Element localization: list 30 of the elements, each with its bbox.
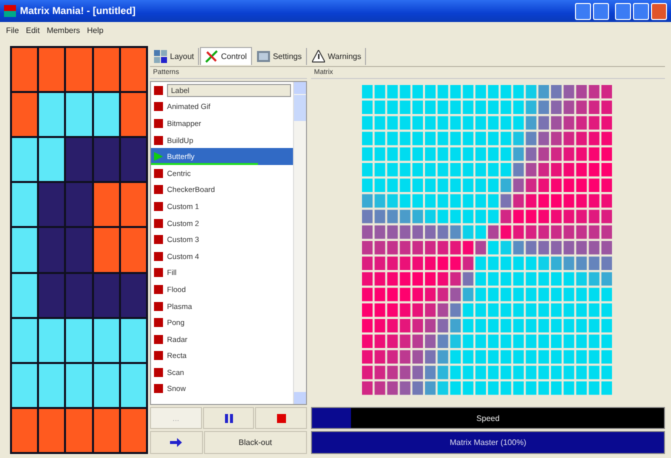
grid-icon xyxy=(154,50,167,62)
minimize-button[interactable] xyxy=(615,2,631,20)
crossed-lines-icon xyxy=(205,50,218,63)
menu-item[interactable]: File xyxy=(6,26,19,34)
menu-item[interactable]: Help xyxy=(87,26,104,34)
stop-button[interactable] xyxy=(255,407,308,429)
close-button[interactable] xyxy=(651,2,667,20)
tab[interactable]: Warnings xyxy=(308,48,366,64)
tab[interactable]: Layout xyxy=(150,48,200,64)
speed-label: Speed xyxy=(476,414,500,422)
minimize-button[interactable] xyxy=(575,2,591,20)
speed-slider[interactable]: Speed xyxy=(311,407,665,429)
restore-button[interactable] xyxy=(633,2,649,20)
go-button[interactable] xyxy=(150,431,203,454)
stop-icon xyxy=(276,414,286,422)
tab[interactable]: Control xyxy=(200,47,252,65)
tab[interactable]: Settings xyxy=(252,48,307,64)
menu-item[interactable]: Edit xyxy=(26,26,40,34)
menu-item[interactable]: Members xyxy=(46,26,80,34)
warning-icon xyxy=(312,50,325,62)
pause-button[interactable] xyxy=(202,407,254,429)
window-icon xyxy=(256,50,270,62)
text-button[interactable]: Black-out xyxy=(204,431,307,454)
arrow-icon xyxy=(170,438,182,447)
scrollbar[interactable] xyxy=(293,82,306,404)
pause-icon xyxy=(224,414,232,422)
status-bar: Matrix Master (100%) xyxy=(311,431,665,454)
window-title: Matrix Mania! - [untitled] xyxy=(20,6,136,16)
app-icon xyxy=(4,5,16,17)
restore-button[interactable] xyxy=(593,2,609,20)
